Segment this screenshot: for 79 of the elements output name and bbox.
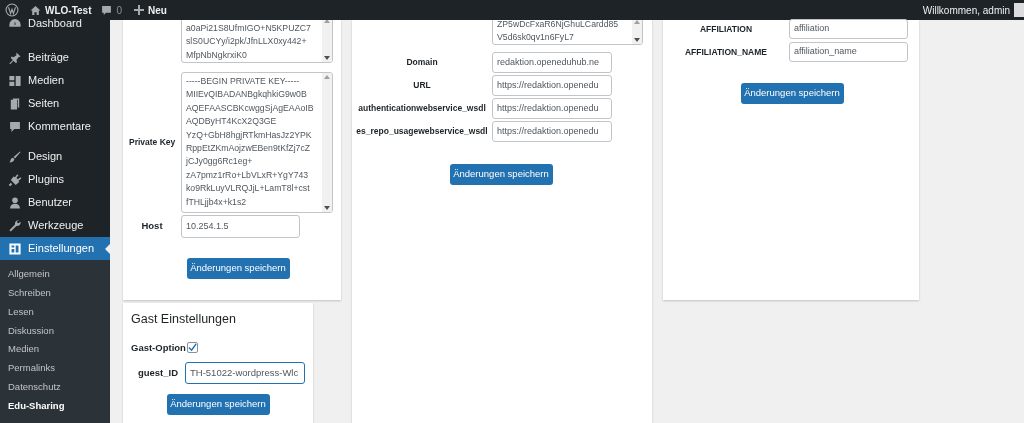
text-field[interactable]: TH-51022-wordpress-Wlc — [185, 362, 305, 384]
scroll-down-icon[interactable] — [324, 56, 330, 60]
text-field[interactable]: affiliation_name — [789, 42, 908, 62]
text-field[interactable]: https://redaktion.openedu — [492, 121, 612, 142]
menu-item[interactable]: Benutzer — [0, 191, 110, 214]
text-area[interactable]: -----BEGIN PRIVATE KEY----- MIIEvQIBADANBgkqhkiG9w0B AQEFAASCBKcwggSjAgEAAoIB AQDByHT4KcX2Q3GE YzQ+GbH8hgjRTkmHasJz2YPK RppEtZKmAojzwEBen9tKfZj7cZ jCJy0gg6Rc1eg+ zA7pmz1rRo+LbVLxR+YgY743 ko9RkLuyVLRQJjL+LamT8l+cst fTHLjjb4x+k1s2 — [181, 72, 333, 213]
scrollbar[interactable] — [322, 20, 332, 62]
wordpress-logo-icon[interactable] — [5, 3, 19, 17]
menu-label: Beiträge — [28, 50, 69, 66]
menu-label: Benutzer — [28, 195, 73, 211]
submenu-item[interactable]: Permalinks — [0, 359, 110, 378]
text-field[interactable]: redaktion.openeduhub.ne — [492, 52, 612, 73]
text-field[interactable]: affiliation — [789, 19, 908, 39]
menu-item[interactable]: Seiten — [0, 92, 110, 115]
menu-item[interactable]: Kommentare — [0, 115, 110, 138]
option-label: Gast-Option — [131, 340, 186, 355]
field-label: URL — [412, 79, 432, 92]
media-icon — [8, 73, 22, 88]
field-label: AFFILIATION — [698, 22, 754, 36]
user-icon — [8, 195, 22, 210]
wrench-icon — [8, 218, 22, 233]
scroll-down-icon[interactable] — [324, 206, 330, 210]
text-field[interactable]: 10.254.1.5 — [181, 215, 300, 238]
submenu-item[interactable]: Medien — [0, 340, 110, 359]
brush-icon — [8, 149, 22, 164]
submenu-item[interactable]: Datenschutz — [0, 377, 110, 397]
plus-icon[interactable] — [134, 5, 145, 15]
checkbox[interactable] — [186, 342, 198, 354]
card-title: Gast Einstellungen — [131, 311, 237, 328]
text-field[interactable]: https://redaktion.openedu — [492, 98, 612, 119]
save-button[interactable]: Änderungen speichern — [740, 83, 844, 104]
menu-item[interactable]: Beiträge — [0, 46, 110, 69]
checkmark-icon — [187, 343, 197, 353]
speech-bubble-icon — [8, 119, 22, 134]
settings-icon — [8, 241, 22, 256]
save-button[interactable]: Änderungen speichern — [449, 164, 553, 185]
field-label: Host — [140, 219, 164, 234]
field-label: AFFILIATION_NAME — [684, 45, 768, 59]
menu-label: Seiten — [28, 96, 60, 112]
menu-label: Design — [28, 149, 63, 165]
menu-item[interactable]: Medien — [0, 69, 110, 92]
comment-count[interactable]: 0 — [116, 2, 123, 18]
menu-label: Einstellungen — [28, 241, 95, 257]
greeting-link[interactable]: Willkommen, admin — [922, 2, 1010, 18]
scroll-down-icon[interactable] — [634, 38, 640, 42]
home-icon[interactable] — [30, 4, 41, 16]
pages-icon — [8, 96, 22, 111]
plug-icon — [8, 172, 22, 187]
save-button[interactable]: Änderungen speichern — [166, 394, 270, 415]
menu-item[interactable]: Einstellungen — [0, 237, 110, 260]
pointer-icon — [105, 243, 110, 254]
field-label: Private Key — [128, 136, 177, 149]
site-name-link[interactable]: WLO-Test — [45, 2, 92, 18]
pin-icon — [8, 50, 22, 65]
menu-label: Kommentare — [28, 119, 91, 135]
new-link[interactable]: Neu — [148, 2, 167, 18]
submenu-item[interactable]: Allgemein — [0, 265, 110, 284]
field-label: es_repo_usagewebservice_wsdl — [355, 125, 489, 138]
scrollbar[interactable] — [632, 20, 642, 44]
field-label: guest_ID — [136, 365, 180, 380]
text-area[interactable]: a0aPi21S8UfmIGO+N5KPUZC7 slS0UCYy/i2pk/JfnLLX0xy442+ MfpNbNgkrxiK0 — [181, 20, 333, 63]
menu-label: Dashboard — [28, 16, 82, 32]
menu-label: Werkzeuge — [28, 218, 84, 234]
menu-item[interactable]: Werkzeuge — [0, 214, 110, 237]
menu-item[interactable]: Design — [0, 145, 110, 168]
field-label: Domain — [405, 56, 439, 69]
speech-bubble-icon[interactable] — [101, 4, 113, 16]
submenu-item[interactable]: Edu-Sharing — [0, 396, 110, 416]
submenu-item[interactable]: Schreiben — [0, 283, 110, 303]
save-button[interactable]: Änderungen speichern — [186, 258, 290, 279]
menu-label: Plugins — [28, 172, 65, 188]
menu-item[interactable]: Plugins — [0, 168, 110, 191]
text-field[interactable]: https://redaktion.openedu — [492, 75, 612, 96]
submenu-item[interactable]: Diskussion — [0, 321, 110, 341]
text-area[interactable]: ZP5wDcFxaR6NjGhuLCardd85 V5d6sk0qv1n6FyL7 — [492, 20, 643, 45]
menu-label: Medien — [28, 73, 65, 89]
scrollbar[interactable] — [322, 73, 332, 212]
submenu-item[interactable]: Lesen — [0, 302, 110, 322]
field-label: authenticationwebservice_wsdl — [357, 102, 487, 115]
